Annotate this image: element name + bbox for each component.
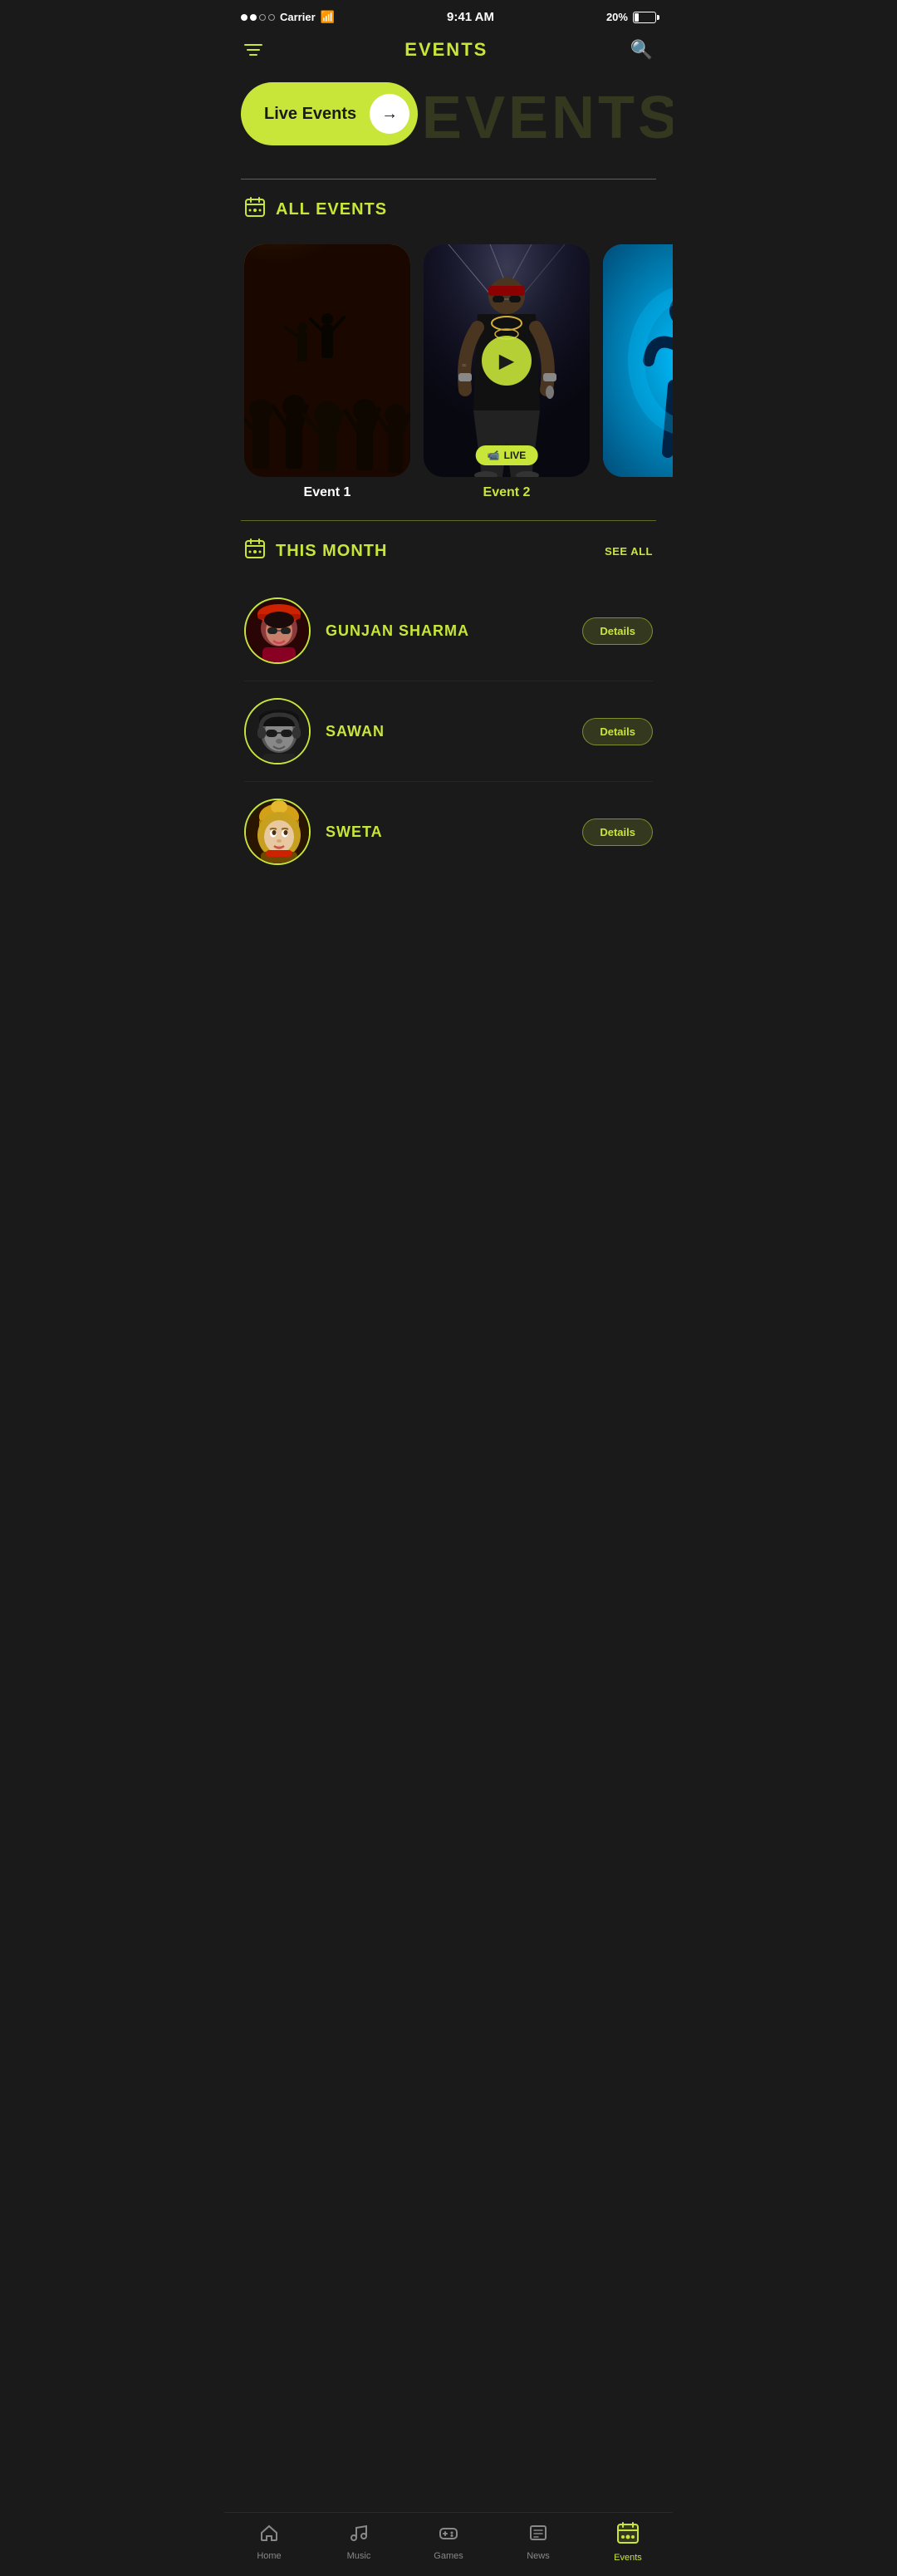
svg-text:∞: ∞ bbox=[462, 361, 467, 369]
calendar-icon-this-month bbox=[244, 538, 266, 564]
signal-dot-3 bbox=[259, 14, 266, 21]
battery-fill bbox=[635, 13, 639, 22]
events-icon bbox=[616, 2521, 640, 2549]
camera-icon: 📹 bbox=[488, 450, 500, 461]
this-month-header: THIS MONTH SEE ALL bbox=[224, 521, 673, 573]
avatar-gunjan bbox=[244, 597, 311, 664]
hero-section: EVENTS Live Events → bbox=[224, 74, 673, 162]
sawan-avatar-svg bbox=[246, 700, 311, 764]
event-card-2[interactable]: ∞ ▶ 📹 LIVE Event 2 bbox=[424, 244, 590, 500]
event-image-3 bbox=[603, 244, 673, 477]
artist-name-sawan: SAWAN bbox=[326, 723, 567, 740]
details-button-sweta[interactable]: Details bbox=[582, 819, 653, 846]
calendar-icon-all-events bbox=[244, 196, 266, 223]
nav-label-news: News bbox=[527, 2551, 550, 2561]
event-name-1: Event 1 bbox=[304, 485, 351, 500]
nav-label-home: Home bbox=[257, 2551, 281, 2561]
filter-line-2 bbox=[247, 49, 260, 51]
filter-line-1 bbox=[244, 44, 262, 46]
bottom-nav: Home Music Games bbox=[224, 2512, 673, 2576]
live-badge: 📹 LIVE bbox=[476, 445, 538, 465]
calendar-svg-2 bbox=[244, 538, 266, 559]
signal-dot-4 bbox=[268, 14, 275, 21]
see-all-button[interactable]: SEE ALL bbox=[605, 545, 653, 558]
artist-name-gunjan: GUNJAN SHARMA bbox=[326, 622, 567, 640]
live-label: LIVE bbox=[504, 450, 527, 461]
filter-line-3 bbox=[249, 54, 257, 56]
battery-percent: 20% bbox=[606, 11, 628, 23]
crowd-svg bbox=[244, 244, 410, 477]
sweta-avatar-svg bbox=[246, 800, 311, 865]
nav-item-games[interactable]: Games bbox=[424, 2523, 473, 2561]
this-month-title: THIS MONTH bbox=[276, 542, 387, 561]
calendar-svg bbox=[244, 196, 266, 218]
event-card-3[interactable]: Ev... bbox=[603, 244, 673, 500]
play-button-2[interactable]: ▶ bbox=[482, 336, 532, 386]
nav-label-music: Music bbox=[347, 2551, 371, 2561]
event-image-2: ∞ ▶ 📹 LIVE bbox=[424, 244, 590, 477]
status-right: 20% bbox=[606, 11, 656, 23]
details-button-gunjan[interactable]: Details bbox=[582, 617, 653, 645]
signal-dot-2 bbox=[250, 14, 257, 21]
wifi-icon: 📶 bbox=[321, 10, 335, 24]
carrier-label: Carrier bbox=[280, 11, 316, 23]
event-card-1[interactable]: Event 1 bbox=[244, 244, 410, 500]
artist-name-sweta: SWETA bbox=[326, 823, 567, 841]
gunjan-avatar-svg bbox=[246, 599, 311, 664]
nav-item-home[interactable]: Home bbox=[244, 2523, 294, 2561]
battery-icon bbox=[633, 12, 656, 23]
games-icon bbox=[439, 2523, 458, 2548]
all-events-title-group: ALL EVENTS bbox=[244, 196, 387, 223]
artist-item-sweta[interactable]: SWETA Details bbox=[244, 782, 653, 882]
artist-item-sawan[interactable]: SAWAN Details bbox=[244, 681, 653, 782]
all-events-header: ALL EVENTS bbox=[224, 179, 673, 231]
arrow-circle: → bbox=[370, 94, 409, 134]
details-button-sawan[interactable]: Details bbox=[582, 718, 653, 745]
nav-label-games: Games bbox=[434, 2551, 463, 2561]
avatar-sweta bbox=[244, 799, 311, 865]
month-artist-list: GUNJAN SHARMA Details bbox=[224, 573, 673, 898]
nav-item-music[interactable]: Music bbox=[334, 2523, 384, 2561]
nav-item-news[interactable]: News bbox=[513, 2523, 563, 2561]
event3-svg bbox=[603, 244, 673, 477]
signal-dot-1 bbox=[241, 14, 248, 21]
page-title: EVENTS bbox=[404, 39, 488, 61]
filter-button[interactable] bbox=[244, 44, 262, 56]
top-nav: EVENTS 🔍 bbox=[224, 31, 673, 74]
home-icon bbox=[259, 2523, 279, 2548]
all-events-title: ALL EVENTS bbox=[276, 200, 387, 219]
nav-label-events: Events bbox=[614, 2553, 642, 2563]
search-button[interactable]: 🔍 bbox=[630, 39, 653, 61]
news-icon bbox=[528, 2523, 548, 2548]
signal-dots bbox=[241, 14, 275, 21]
live-events-label: Live Events bbox=[264, 105, 356, 124]
nav-item-events[interactable]: Events bbox=[603, 2521, 653, 2563]
status-bar: Carrier 📶 9:41 AM 20% bbox=[224, 0, 673, 31]
status-left: Carrier 📶 bbox=[241, 10, 335, 24]
avatar-sawan bbox=[244, 698, 311, 764]
live-events-button[interactable]: Live Events → bbox=[241, 82, 418, 145]
music-icon bbox=[349, 2523, 369, 2548]
this-month-title-group: THIS MONTH bbox=[244, 538, 387, 564]
event-name-2: Event 2 bbox=[483, 485, 531, 500]
arrow-icon: → bbox=[381, 105, 398, 124]
status-time: 9:41 AM bbox=[447, 10, 494, 24]
event-image-1 bbox=[244, 244, 410, 477]
events-carousel[interactable]: Event 1 bbox=[224, 231, 673, 520]
hero-bg-text: EVENTS bbox=[422, 84, 673, 152]
artist-item-gunjan[interactable]: GUNJAN SHARMA Details bbox=[244, 581, 653, 681]
